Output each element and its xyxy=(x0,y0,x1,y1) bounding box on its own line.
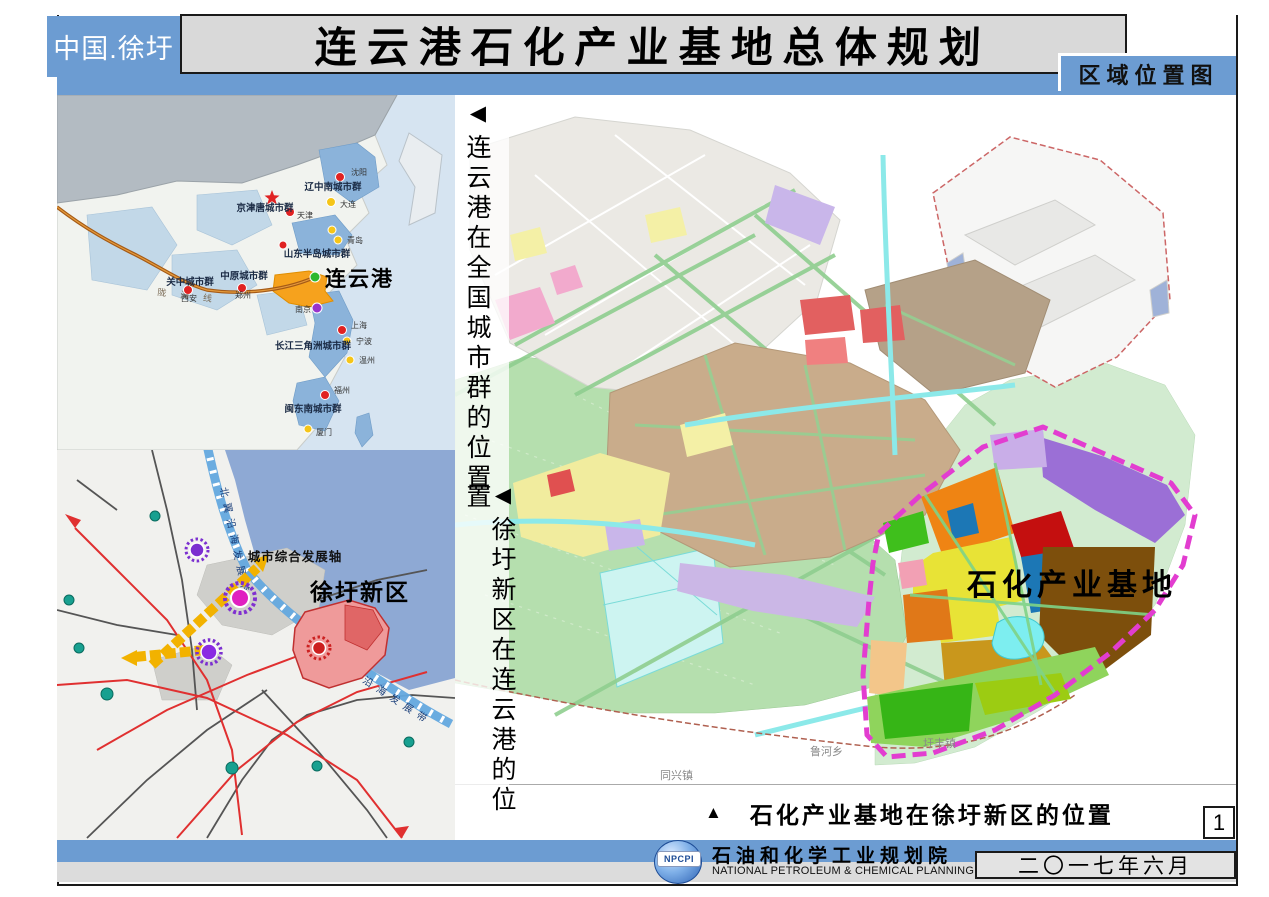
china-map: 陇海线 辽中南城市群 京津唐城市群 xyxy=(57,95,455,450)
svg-text:青岛: 青岛 xyxy=(347,235,363,245)
town-label: 鲁河乡 xyxy=(810,744,843,758)
triangle-left-icon: ◀ xyxy=(466,101,489,134)
china-map-panel: 陇海线 辽中南城市群 京津唐城市群 xyxy=(57,95,455,450)
town-label: 同兴镇 xyxy=(660,768,693,782)
date-box: 二〇一七年六月 xyxy=(975,851,1236,879)
cluster-label: 山东半岛城市群 xyxy=(284,248,351,260)
page-title: 连云港石化产业基地总体规划 xyxy=(314,14,992,75)
bottom-caption-text: 石化产业基地在徐圩新区的位置 xyxy=(750,796,1114,830)
svg-text:西安: 西安 xyxy=(181,293,197,303)
svg-text:上海: 上海 xyxy=(351,320,367,330)
xuwei-district-label: 徐圩新区 xyxy=(309,579,410,605)
cluster-label: 中原城市群 xyxy=(220,270,268,282)
lianyungang-label: 连云港 xyxy=(325,267,394,291)
corner-label: 区域位置图 xyxy=(1078,58,1218,90)
svg-text:南京: 南京 xyxy=(295,304,311,314)
cluster-label: 闽东南城市群 xyxy=(284,403,342,415)
triangle-up-icon: ▲ xyxy=(705,803,722,823)
bottom-caption-strip: ▲ 石化产业基地在徐圩新区的位置 xyxy=(455,784,1236,840)
institute-name-cn: 石油和化学工业规划院 xyxy=(712,841,942,861)
brand-label: 中国.徐圩 xyxy=(53,27,174,66)
city-map: 北翼沿海发展带 沿海发展带 xyxy=(57,450,455,840)
svg-text:沈阳: 沈阳 xyxy=(351,167,367,177)
main-map-wrap: 同兴镇 鲁河乡 圩丰镇 石化产业基地 xyxy=(455,95,1236,784)
cluster-label: 辽中南城市群 xyxy=(304,181,362,193)
vertical-caption-2-text: 徐圩新区在连云港的位置 xyxy=(463,483,516,816)
corner-label-box: 区域位置图 xyxy=(1058,53,1236,91)
svg-text:福州: 福州 xyxy=(334,386,350,395)
slide-page: 中国.徐圩 连云港石化产业基地总体规划 区域位置图 xyxy=(0,0,1269,897)
page-number: 1 xyxy=(1213,810,1225,836)
npcpi-logo: NPCPI xyxy=(657,851,701,867)
svg-text:厦门: 厦门 xyxy=(316,427,332,437)
city-map-panel: 北翼沿海发展带 沿海发展带 xyxy=(57,450,455,840)
date-label: 二〇一七年六月 xyxy=(1018,850,1193,880)
vertical-caption-2: ◀徐圩新区在连云港的位置 xyxy=(464,483,514,839)
svg-text:温州: 温州 xyxy=(359,356,375,365)
vertical-caption-1-text: 连云港在全国城市群的位置 xyxy=(463,134,491,494)
vertical-caption-1: ◀连云港在全国城市群的位置 xyxy=(464,101,489,531)
title-box: 连云港石化产业基地总体规划 xyxy=(180,14,1127,74)
main-map: 同兴镇 鲁河乡 圩丰镇 石化产业基地 xyxy=(455,95,1236,784)
svg-text:宁波: 宁波 xyxy=(356,336,372,346)
npcpi-logo-text: NPCPI xyxy=(664,854,694,864)
svg-text:大连: 大连 xyxy=(340,199,356,209)
axis-label: 城市综合发展轴 xyxy=(248,549,343,564)
brand-box: 中国.徐圩 xyxy=(47,16,180,77)
triangle-left-icon: ◀ xyxy=(491,483,514,516)
town-label: 圩丰镇 xyxy=(923,736,956,750)
svg-text:郑州: 郑州 xyxy=(235,290,251,300)
cluster-label: 京津唐城市群 xyxy=(236,202,294,214)
svg-text:天津: 天津 xyxy=(297,210,313,220)
cluster-label: 长江三角洲城市群 xyxy=(275,340,352,352)
main-map-area: 同兴镇 鲁河乡 圩丰镇 石化产业基地 ▲ 石化产业基地在徐圩新区的位置 ◀连云港… xyxy=(455,95,1236,840)
page-number-box: 1 xyxy=(1203,806,1235,839)
institute-name-en: NATIONAL PETROLEUM & CHEMICAL PLANNING I… xyxy=(712,865,972,880)
cluster-label: 关中城市群 xyxy=(166,276,214,288)
base-label: 石化产业基地 xyxy=(966,569,1177,602)
